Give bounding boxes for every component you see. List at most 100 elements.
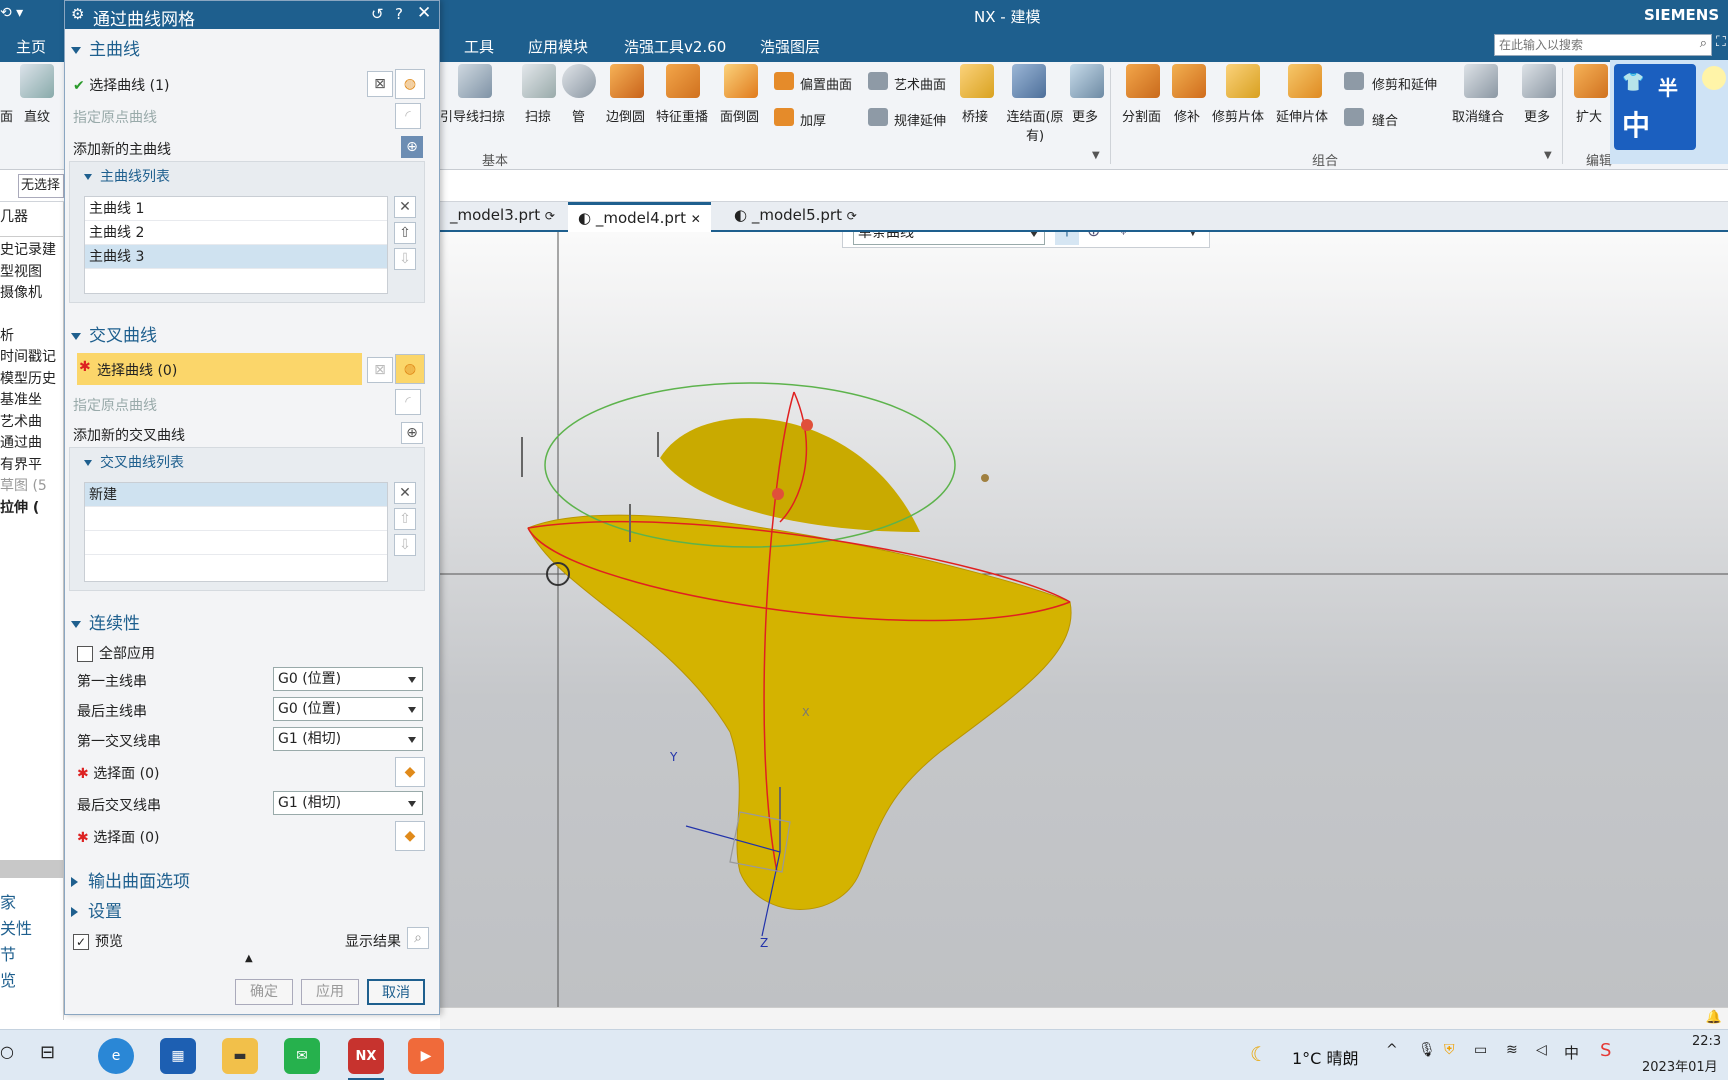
remove-selection-icon[interactable]: ⊠ bbox=[367, 357, 393, 383]
ribbon-thicken[interactable]: 加厚 bbox=[800, 110, 826, 129]
first-primary-dropdown[interactable]: G0 (位置) bbox=[273, 667, 423, 691]
nav-item[interactable]: 型视图 bbox=[0, 262, 64, 284]
ribbon-offset-surface[interactable]: 偏置曲面 bbox=[800, 74, 852, 93]
menu-tools[interactable]: 工具 bbox=[464, 36, 494, 57]
ribbon-patch[interactable]: 修补 bbox=[1174, 106, 1200, 125]
expand-icon[interactable]: ⛶ bbox=[1716, 34, 1726, 50]
more-combine-icon[interactable] bbox=[1522, 64, 1556, 98]
back-surface[interactable] bbox=[660, 418, 920, 532]
list-item[interactable]: 主曲线 3 bbox=[85, 245, 387, 269]
nav-item[interactable]: 草图 (5 bbox=[0, 476, 64, 498]
model-canvas[interactable] bbox=[440, 232, 1728, 1007]
studio-surface-icon[interactable] bbox=[868, 72, 888, 90]
apply-all-checkbox[interactable] bbox=[77, 646, 93, 662]
graphics-viewport[interactable]: Y Z X 单条曲线 ╪ ⊕ ⌖ ⋯ ▼ bbox=[440, 232, 1728, 1007]
group-combine-expand-icon[interactable]: ▼ bbox=[1544, 150, 1552, 161]
cross-list[interactable]: 新建 bbox=[84, 482, 388, 582]
last-cross-dropdown[interactable]: G1 (相切) bbox=[273, 791, 423, 815]
edge-icon[interactable]: e bbox=[98, 1038, 134, 1074]
patch-icon[interactable] bbox=[1172, 64, 1206, 98]
ok-button[interactable]: 确定 bbox=[235, 979, 293, 1005]
list-item[interactable]: 新建 bbox=[85, 483, 387, 507]
nav-item[interactable]: 拉伸 ( bbox=[0, 498, 64, 520]
ribbon-sweep[interactable]: 扫掠 bbox=[525, 106, 551, 125]
search-icon[interactable]: ⌕ bbox=[1700, 36, 1707, 51]
magnifier-icon[interactable]: ⌕ bbox=[407, 927, 429, 949]
point-icon[interactable]: ⌖ bbox=[1119, 232, 1128, 241]
cancel-button[interactable]: 取消 bbox=[367, 979, 425, 1005]
preview-checkbox[interactable]: ✓ bbox=[73, 934, 89, 950]
snap-icon[interactable]: ╪ bbox=[1055, 232, 1079, 245]
ribbon-extend-sheet[interactable]: 延伸片体 bbox=[1276, 106, 1328, 125]
bell-icon[interactable]: 🔔 bbox=[1706, 1010, 1722, 1025]
curve-rule-dropdown[interactable]: 单条曲线 bbox=[853, 232, 1045, 245]
battery-icon[interactable]: ▭ bbox=[1474, 1042, 1487, 1058]
ribbon-face-blend[interactable]: 面倒圆 bbox=[720, 106, 759, 125]
join-face-icon[interactable] bbox=[1012, 64, 1046, 98]
speaker-icon[interactable]: ◁ bbox=[1536, 1042, 1547, 1058]
law-extension-icon[interactable] bbox=[868, 108, 888, 126]
intersection-icon[interactable]: ⊕ bbox=[1087, 232, 1100, 240]
primary-section-header[interactable]: 主曲线 bbox=[71, 35, 140, 60]
ribbon-guided-sweep[interactable]: 引导线扫掠 bbox=[440, 106, 505, 125]
primary-list[interactable]: 主曲线 1 主曲线 2 主曲线 3 bbox=[84, 196, 388, 294]
control-point[interactable] bbox=[981, 474, 989, 482]
ribbon-bridge[interactable]: 桥接 bbox=[962, 106, 988, 125]
ribbon-divide-face[interactable]: 分割面 bbox=[1122, 106, 1161, 125]
search-input[interactable] bbox=[1495, 35, 1685, 55]
cross-list-header[interactable]: 交叉曲线列表 bbox=[84, 452, 184, 472]
nav-bottom-item[interactable]: 节 bbox=[0, 942, 64, 968]
tab-model4[interactable]: ◐ _model4.prt ✕ bbox=[568, 202, 711, 232]
origin-curve-icon[interactable]: ◜ bbox=[395, 103, 421, 129]
more-icon[interactable]: ⋯ bbox=[1151, 232, 1167, 240]
search-icon[interactable]: ○ bbox=[0, 1042, 14, 1061]
select-face-row-2[interactable]: ✱ 选择面 (0) bbox=[77, 827, 159, 847]
delete-icon[interactable]: ✕ bbox=[394, 196, 416, 218]
control-point[interactable] bbox=[801, 419, 813, 431]
cross-select-row[interactable]: ✱ 选择曲线 (0) bbox=[77, 353, 362, 385]
face-select-icon[interactable]: ◆ bbox=[395, 821, 425, 851]
sew-icon[interactable] bbox=[1344, 108, 1364, 126]
nx-icon[interactable]: NX bbox=[348, 1038, 384, 1074]
preview-row[interactable]: ✓ 预览 bbox=[73, 931, 123, 951]
group-basic-expand-icon[interactable]: ▼ bbox=[1092, 150, 1100, 161]
move-down-icon[interactable]: ⇩ bbox=[394, 248, 416, 270]
nav-item[interactable]: 模型历史 bbox=[0, 369, 64, 391]
unsew-icon[interactable] bbox=[1464, 64, 1498, 98]
list-item[interactable]: 主曲线 1 bbox=[85, 197, 387, 221]
nav-item[interactable]: 有界平 bbox=[0, 455, 64, 477]
face-blend-icon[interactable] bbox=[724, 64, 758, 98]
nav-item[interactable]: 基准坐 bbox=[0, 390, 64, 412]
sweep-icon[interactable] bbox=[522, 64, 556, 98]
cross-section-header[interactable]: 交叉曲线 bbox=[71, 321, 157, 346]
ribbon-edge-blend[interactable]: 边倒圆 bbox=[606, 106, 645, 125]
collapse-arrow-icon[interactable]: ▲ bbox=[245, 953, 253, 964]
quick-access-icon[interactable]: ⟲ ▾ bbox=[0, 5, 23, 21]
tab-close-icon[interactable]: ✕ bbox=[691, 212, 701, 226]
trim-sheet-icon[interactable] bbox=[1226, 64, 1260, 98]
primary-select-row[interactable]: ✔ 选择曲线 (1) bbox=[73, 75, 169, 95]
nav-item[interactable]: 摄像机 bbox=[0, 283, 64, 305]
enlarge-icon[interactable] bbox=[1574, 64, 1608, 98]
face-select-icon[interactable]: ◆ bbox=[395, 757, 425, 787]
more-surface-icon[interactable] bbox=[1070, 64, 1104, 98]
output-options-header[interactable]: 输出曲面选项 bbox=[71, 867, 190, 892]
curve-select-icon[interactable]: ◍ bbox=[395, 69, 425, 99]
mic-icon[interactable]: 🎙 bbox=[1418, 1042, 1436, 1058]
origin-curve-icon[interactable]: ◜ bbox=[395, 389, 421, 415]
continuity-section-header[interactable]: 连续性 bbox=[71, 609, 140, 634]
ribbon-studio-surface[interactable]: 艺术曲面 bbox=[894, 74, 946, 93]
move-up-icon[interactable]: ⇧ bbox=[394, 222, 416, 244]
store-icon[interactable]: ▦ bbox=[160, 1038, 196, 1074]
primary-list-header[interactable]: 主曲线列表 bbox=[84, 166, 170, 186]
nav-item[interactable]: 史记录建 bbox=[0, 240, 64, 262]
divide-face-icon[interactable] bbox=[1126, 64, 1160, 98]
move-up-icon[interactable]: ⇧ bbox=[394, 508, 416, 530]
selection-filter[interactable]: 无选择 bbox=[18, 174, 64, 198]
nav-bottom-item[interactable]: 览 bbox=[0, 968, 64, 994]
nav-bottom-item[interactable]: 家 bbox=[0, 890, 64, 916]
remove-selection-icon[interactable]: ⊠ bbox=[367, 71, 393, 97]
control-point[interactable] bbox=[772, 488, 784, 500]
ribbon-enlarge[interactable]: 扩大 bbox=[1576, 106, 1602, 125]
clock-date[interactable]: 2023年01月 bbox=[1642, 1056, 1718, 1075]
